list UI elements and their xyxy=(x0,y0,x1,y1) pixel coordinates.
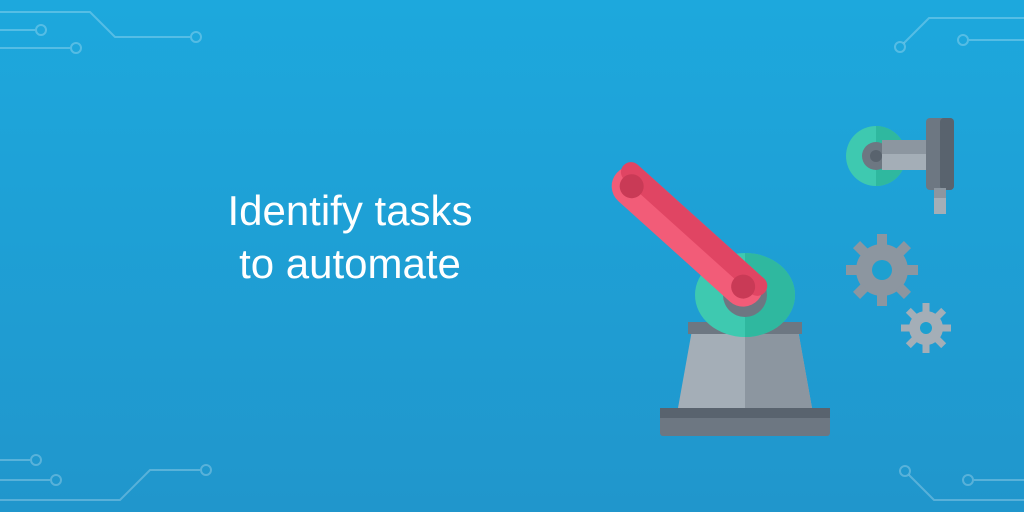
circuit-trace-top-left xyxy=(0,0,220,70)
gear-large-icon xyxy=(831,219,933,321)
robot-arm-illustration xyxy=(580,70,960,450)
page-title: Identify tasks to automate xyxy=(150,185,550,290)
gear-small-icon xyxy=(891,293,960,364)
heading-line-2: to automate xyxy=(239,240,461,287)
heading-line-1: Identify tasks xyxy=(227,187,472,234)
circuit-trace-top-right xyxy=(824,0,1024,80)
circuit-trace-bottom-left xyxy=(0,422,220,512)
